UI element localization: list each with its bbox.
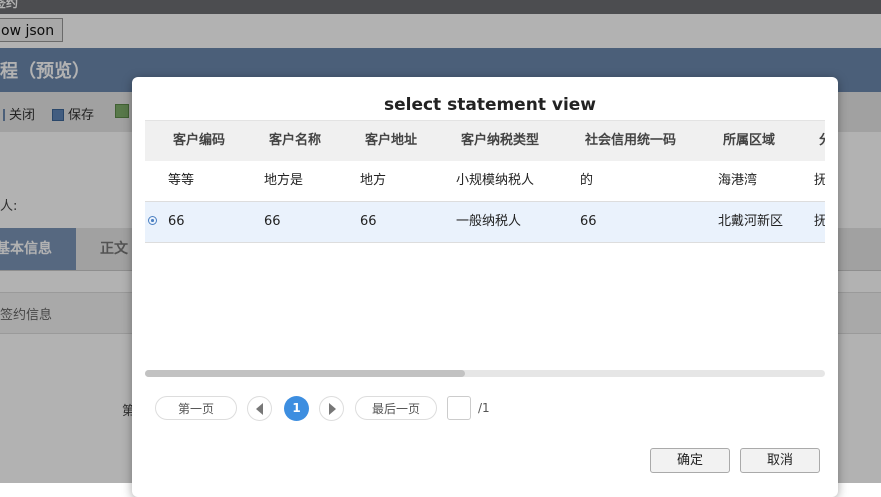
ok-button[interactable]: 确定: [650, 448, 730, 473]
chevron-left-icon: [256, 403, 263, 415]
table-cell: 北戴河新区: [718, 214, 784, 229]
table-cell: 等等: [168, 173, 195, 188]
total-pages: /1: [478, 401, 490, 415]
table-cell: 海港湾: [718, 173, 758, 188]
table-cell: 抚: [814, 214, 825, 229]
column-header[interactable]: 客户编码: [173, 121, 225, 161]
last-page-button[interactable]: 最后一页: [355, 396, 437, 420]
table-cell: 66: [168, 214, 185, 229]
current-page-button[interactable]: 1: [284, 396, 309, 421]
table-cell: 抚: [814, 173, 825, 188]
data-grid: 客户编码 客户名称 客户地址 客户纳税类型 社会信用统一码 所属区域 分 等等 …: [145, 120, 825, 370]
grid-header: 客户编码 客户名称 客户地址 客户纳税类型 社会信用统一码 所属区域 分: [145, 120, 825, 162]
table-cell: 的: [580, 173, 594, 188]
table-cell: 66: [580, 214, 597, 229]
prev-page-button[interactable]: [247, 396, 272, 421]
table-cell: 小规模纳税人: [456, 173, 535, 188]
cancel-button[interactable]: 取消: [740, 448, 820, 473]
table-cell: 地方: [360, 173, 387, 188]
column-header[interactable]: 客户地址: [365, 121, 417, 161]
horizontal-scrollbar[interactable]: [145, 370, 825, 377]
scrollbar-thumb[interactable]: [145, 370, 465, 377]
column-header[interactable]: 分: [819, 121, 825, 161]
radio-selected-icon[interactable]: [148, 216, 157, 225]
table-cell: 地方是: [264, 173, 304, 188]
select-statement-dialog: select statement view 客户编码 客户名称 客户地址 客户纳…: [132, 77, 838, 497]
column-header[interactable]: 所属区域: [723, 121, 775, 161]
first-page-button[interactable]: 第一页: [155, 396, 237, 420]
column-header[interactable]: 客户纳税类型: [461, 121, 539, 161]
table-row-selected[interactable]: 66 66 66 一般纳税人 66 北戴河新区 抚: [145, 202, 825, 243]
chevron-right-icon: [329, 403, 336, 415]
table-cell: 一般纳税人: [456, 214, 522, 229]
next-page-button[interactable]: [319, 396, 344, 421]
table-cell: 66: [264, 214, 281, 229]
column-header[interactable]: 社会信用统一码: [585, 121, 676, 161]
table-row[interactable]: 等等 地方是 地方 小规模纳税人 的 海港湾 抚: [145, 161, 825, 202]
column-header[interactable]: 客户名称: [269, 121, 321, 161]
table-cell: 66: [360, 214, 377, 229]
dialog-title: select statement view: [383, 95, 597, 115]
page-number-input[interactable]: [447, 396, 471, 420]
